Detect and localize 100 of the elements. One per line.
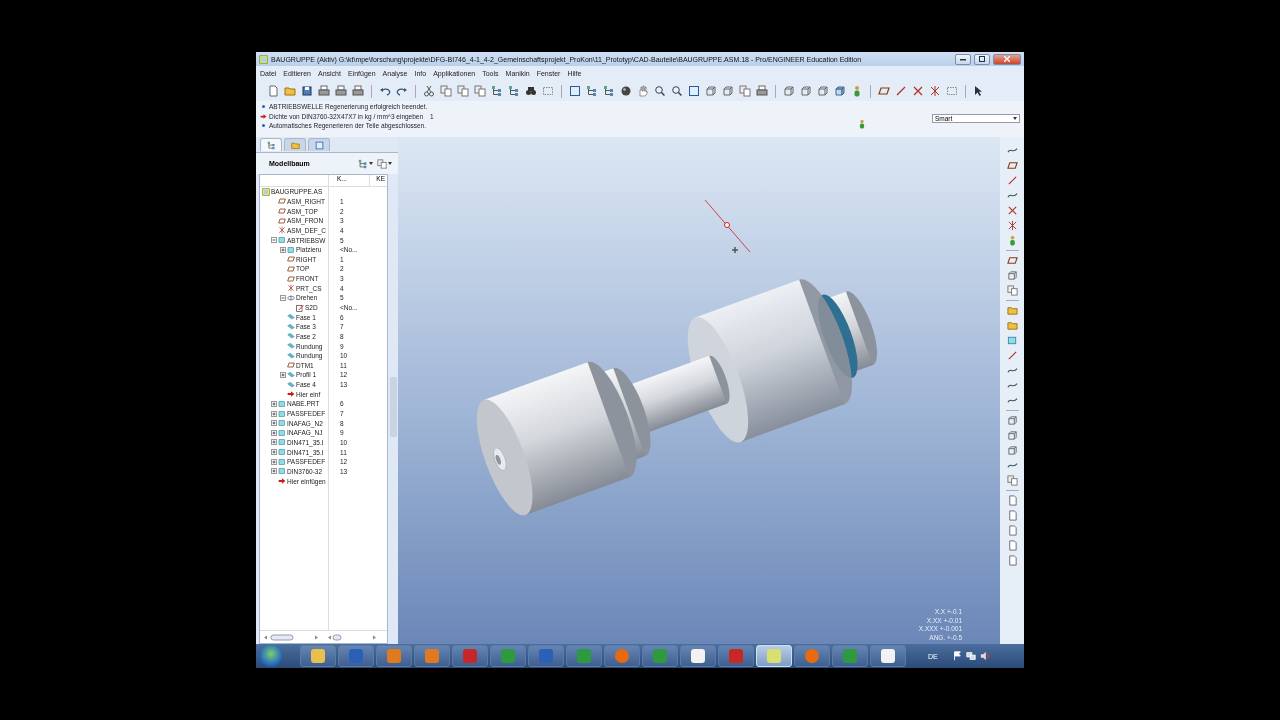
sketch-icon bbox=[296, 303, 304, 312]
assembly-icon bbox=[259, 54, 268, 64]
frame-icon bbox=[688, 85, 700, 97]
plane-icon bbox=[878, 85, 890, 97]
bullet-icon bbox=[262, 124, 265, 128]
expand-toggle[interactable] bbox=[271, 420, 277, 427]
curve-icon bbox=[1006, 145, 1018, 156]
tree-icon bbox=[508, 85, 520, 97]
expand-toggle[interactable] bbox=[271, 439, 277, 446]
copy-icon bbox=[457, 85, 469, 97]
cube-icon bbox=[722, 85, 734, 97]
app-icon bbox=[615, 649, 629, 663]
expand-toggle[interactable] bbox=[271, 458, 277, 465]
curve-icon bbox=[1006, 460, 1018, 471]
tree-icon bbox=[586, 85, 598, 97]
datum-axis-drawing bbox=[704, 199, 751, 253]
part-icon bbox=[1006, 335, 1018, 346]
app-icon bbox=[311, 649, 325, 663]
flag-icon bbox=[951, 651, 962, 661]
insert-arrow-icon bbox=[278, 477, 286, 486]
show-button[interactable] bbox=[375, 158, 394, 169]
expand-toggle[interactable] bbox=[271, 468, 277, 475]
frame-icon bbox=[314, 140, 324, 150]
expand-toggle[interactable] bbox=[271, 410, 277, 417]
taskbar-button[interactable] bbox=[870, 645, 906, 667]
panel-tab[interactable] bbox=[308, 138, 330, 151]
frame-icon bbox=[569, 85, 581, 97]
axis-icon bbox=[1006, 350, 1018, 361]
printer-icon bbox=[352, 85, 364, 97]
tree-icon bbox=[358, 158, 368, 169]
expand-toggle[interactable] bbox=[271, 400, 277, 407]
redo-icon bbox=[396, 85, 408, 97]
cursor-icon bbox=[731, 246, 739, 254]
curve-icon bbox=[1006, 190, 1018, 201]
maximize-button[interactable] bbox=[974, 53, 990, 65]
app-icon bbox=[539, 649, 553, 663]
printer-icon bbox=[318, 85, 330, 97]
selection-box-icon bbox=[946, 85, 958, 97]
expand-toggle[interactable] bbox=[271, 449, 277, 456]
plane-icon bbox=[1006, 160, 1018, 171]
person-icon bbox=[851, 85, 863, 97]
axis-icon bbox=[895, 85, 907, 97]
speaker-icon bbox=[979, 651, 990, 661]
minimize-button[interactable] bbox=[955, 53, 971, 65]
magnifier-icon bbox=[671, 85, 683, 97]
network-icon bbox=[965, 651, 976, 661]
cube-icon bbox=[1006, 415, 1018, 426]
copy-icon bbox=[474, 85, 486, 97]
cube-icon bbox=[705, 85, 717, 97]
file-icon bbox=[1006, 555, 1018, 566]
panel-tab[interactable] bbox=[284, 138, 306, 151]
axis-icon bbox=[1006, 175, 1018, 186]
horizontal-scrollbar[interactable] bbox=[263, 633, 319, 641]
panel-tab[interactable] bbox=[260, 138, 282, 151]
sphere-icon bbox=[620, 85, 632, 97]
folder-icon bbox=[1006, 320, 1018, 331]
tree-icon bbox=[603, 85, 615, 97]
point-icon bbox=[1006, 205, 1018, 216]
horizontal-scrollbar[interactable] bbox=[327, 633, 377, 641]
expand-toggle[interactable] bbox=[271, 429, 277, 436]
expand-toggle[interactable] bbox=[280, 246, 286, 253]
revolve-icon bbox=[287, 293, 295, 302]
file-icon bbox=[1006, 540, 1018, 551]
splitter-handle[interactable] bbox=[390, 377, 397, 437]
app-icon bbox=[501, 649, 515, 663]
file-icon bbox=[1006, 525, 1018, 536]
binoculars-icon bbox=[525, 85, 537, 97]
app-icon bbox=[463, 649, 477, 663]
close-icon bbox=[1004, 56, 1010, 62]
taskbar-button[interactable] bbox=[680, 645, 716, 667]
hand-icon bbox=[637, 85, 649, 97]
scissors-icon bbox=[423, 85, 435, 97]
curve-icon bbox=[1006, 365, 1018, 376]
close-button[interactable] bbox=[993, 53, 1021, 65]
assembly-icon bbox=[262, 187, 270, 196]
app-icon bbox=[767, 649, 781, 663]
folder-icon bbox=[290, 140, 300, 150]
cube-icon bbox=[1006, 270, 1018, 281]
settings-button[interactable] bbox=[356, 158, 375, 169]
expand-toggle[interactable] bbox=[280, 294, 286, 301]
taskbar-button[interactable] bbox=[300, 645, 336, 667]
maximize-icon bbox=[979, 56, 985, 62]
cube-icon bbox=[800, 85, 812, 97]
app-icon bbox=[881, 649, 895, 663]
app-icon bbox=[805, 649, 819, 663]
start-button[interactable] bbox=[260, 645, 282, 667]
minimize-icon bbox=[960, 57, 966, 61]
expand-toggle[interactable] bbox=[280, 372, 286, 378]
undo-icon bbox=[379, 85, 391, 97]
file-icon bbox=[1006, 495, 1018, 506]
insert-arrow-icon bbox=[260, 112, 267, 120]
folder-icon bbox=[284, 85, 296, 97]
expand-toggle[interactable] bbox=[271, 237, 277, 243]
coordinate-system-icon bbox=[1006, 220, 1018, 231]
selection-box-icon bbox=[542, 85, 554, 97]
person-icon bbox=[857, 119, 867, 129]
shaded-cube-icon bbox=[834, 85, 846, 97]
copy-icon bbox=[377, 158, 387, 169]
app-icon bbox=[653, 649, 667, 663]
coordinate-system-icon bbox=[929, 85, 941, 97]
